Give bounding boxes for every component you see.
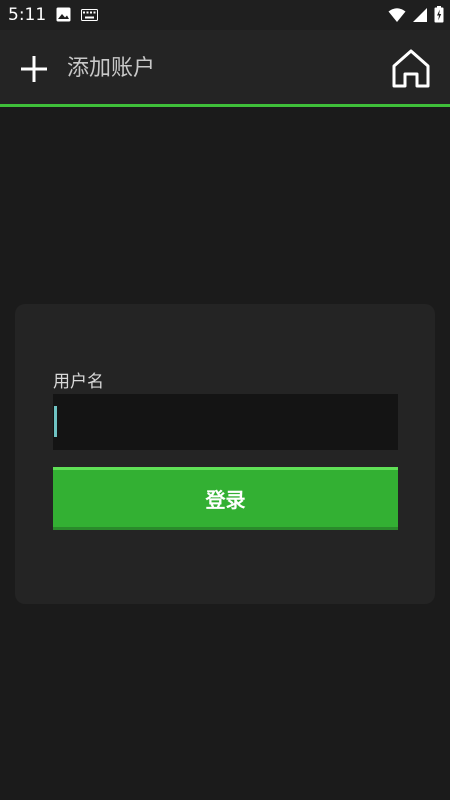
image-icon xyxy=(56,7,71,22)
keyboard-icon xyxy=(81,8,98,21)
status-time: 5:11 xyxy=(8,5,47,25)
wifi-icon xyxy=(388,7,406,22)
status-system-icons xyxy=(388,6,444,23)
battery-icon xyxy=(434,6,444,23)
signal-icon xyxy=(413,7,427,22)
username-input[interactable] xyxy=(53,394,398,450)
app-bar-divider xyxy=(0,104,450,107)
text-cursor xyxy=(54,406,57,437)
username-label: 用户名 xyxy=(53,372,104,392)
status-notification-icons xyxy=(56,7,98,22)
plus-icon[interactable] xyxy=(19,54,49,84)
login-button[interactable]: 登录 xyxy=(53,467,398,530)
login-card xyxy=(15,304,435,604)
page-title: 添加账户 xyxy=(67,56,156,81)
status-bar: 5:11 xyxy=(0,0,450,30)
home-icon[interactable] xyxy=(390,47,432,89)
